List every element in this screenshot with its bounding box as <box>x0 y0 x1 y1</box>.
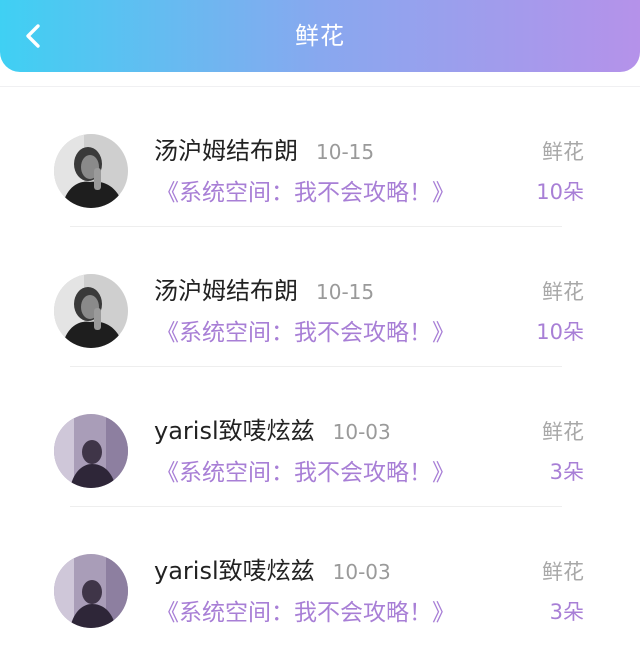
avatar[interactable] <box>54 134 128 208</box>
name-line: yarisl致唛炫兹 10-03 <box>154 413 391 449</box>
top-bar: 鲜花 <box>0 0 640 72</box>
book-title[interactable]: 《系统空间：我不会攻略！》 <box>156 595 455 631</box>
user-name[interactable]: yarisl致唛炫兹 <box>154 413 315 449</box>
book-title[interactable]: 《系统空间：我不会攻略！》 <box>156 315 455 351</box>
user-name[interactable]: 汤沪姆结布朗 <box>154 133 298 169</box>
name-line: 汤沪姆结布朗 10-15 <box>154 273 374 309</box>
user-name[interactable]: 汤沪姆结布朗 <box>154 273 298 309</box>
list-item[interactable]: 汤沪姆结布朗 10-15 《系统空间：我不会攻略！》 鲜花 10朵 <box>0 227 640 367</box>
gift-count: 3朵 <box>549 460 584 484</box>
avatar[interactable] <box>54 274 128 348</box>
avatar[interactable] <box>54 554 128 628</box>
flower-record-list: 汤沪姆结布朗 10-15 《系统空间：我不会攻略！》 鲜花 10朵 汤沪姆结布朗… <box>0 86 640 647</box>
book-title[interactable]: 《系统空间：我不会攻略！》 <box>156 455 455 491</box>
book-title[interactable]: 《系统空间：我不会攻略！》 <box>156 175 455 211</box>
record-date: 10-15 <box>316 140 375 164</box>
gift-type: 鲜花 <box>542 560 584 584</box>
page-title: 鲜花 <box>295 22 345 50</box>
name-line: 汤沪姆结布朗 10-15 <box>154 133 374 169</box>
gift-type: 鲜花 <box>542 280 584 304</box>
gift-count: 3朵 <box>549 600 584 624</box>
gift-count: 10朵 <box>536 320 584 344</box>
list-item[interactable]: yarisl致唛炫兹 10-03 《系统空间：我不会攻略！》 鲜花 3朵 <box>0 507 640 647</box>
record-date: 10-03 <box>332 560 391 584</box>
record-date: 10-03 <box>332 420 391 444</box>
avatar[interactable] <box>54 414 128 488</box>
user-name[interactable]: yarisl致唛炫兹 <box>154 553 315 589</box>
record-date: 10-15 <box>316 280 375 304</box>
gift-type: 鲜花 <box>542 140 584 164</box>
gift-type: 鲜花 <box>542 420 584 444</box>
name-line: yarisl致唛炫兹 10-03 <box>154 553 391 589</box>
gift-count: 10朵 <box>536 180 584 204</box>
list-item[interactable]: yarisl致唛炫兹 10-03 《系统空间：我不会攻略！》 鲜花 3朵 <box>0 367 640 507</box>
list-item[interactable]: 汤沪姆结布朗 10-15 《系统空间：我不会攻略！》 鲜花 10朵 <box>0 87 640 227</box>
